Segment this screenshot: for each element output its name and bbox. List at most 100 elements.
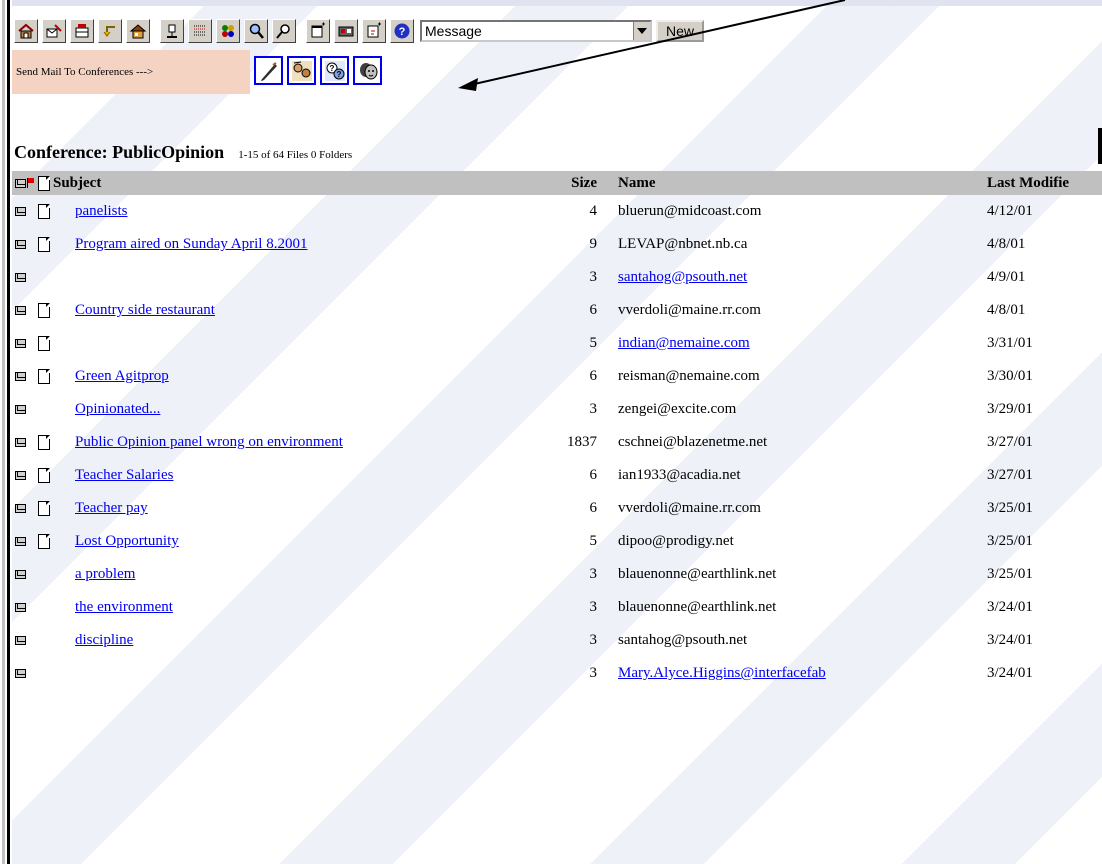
row-date: 4/8/01 [987, 302, 1026, 318]
document-icon[interactable] [38, 228, 54, 261]
reply-icon[interactable] [98, 19, 122, 43]
header-subject[interactable]: Subject [53, 171, 101, 195]
table-row[interactable]: the environment 3 blauenonne@earthlink.net… [12, 591, 1102, 624]
row-subject: Teacher pay [75, 492, 148, 525]
document-icon[interactable] [38, 195, 54, 228]
message-type-select[interactable]: Message [420, 20, 652, 42]
envelope-icon[interactable] [15, 657, 29, 690]
row-name: ian1933@acadia.net [618, 467, 741, 483]
document-icon[interactable] [38, 294, 54, 327]
envelope-icon[interactable] [15, 393, 29, 426]
subject-link[interactable]: Program aired on Sunday April 8.2001 [75, 236, 307, 253]
envelope-icon[interactable] [15, 459, 29, 492]
search-icon[interactable] [244, 19, 268, 43]
header-name[interactable]: Name [618, 171, 656, 195]
subject-link[interactable]: Teacher Salaries [75, 467, 173, 484]
filter-icon[interactable] [216, 19, 240, 43]
document-icon[interactable] [38, 525, 54, 558]
new-window-icon[interactable] [306, 19, 330, 43]
author-email-link[interactable]: indian@nemaine.com [618, 335, 750, 352]
subject-link[interactable]: a problem [75, 566, 135, 583]
document-icon[interactable] [38, 426, 54, 459]
header-size[interactable]: Size [517, 171, 597, 195]
row-date: 3/27/01 [987, 467, 1033, 483]
table-row[interactable]: Opinionated... 3 zengei@excite.com 3/29/01 [12, 393, 1102, 426]
table-row[interactable]: discipline 3 santahog@psouth.net 3/24/01 [12, 624, 1102, 657]
envelope-icon[interactable] [15, 327, 29, 360]
conference-icons: ?? [254, 56, 386, 85]
header-flag-icon[interactable] [27, 171, 37, 195]
table-row[interactable]: Lost Opportunity 5 dipoo@prodigy.net 3/25/0… [12, 525, 1102, 558]
row-size: 3 [589, 401, 598, 417]
row-subject: discipline [75, 624, 133, 657]
table-header: Subject Size Name Last Modifie [12, 171, 1102, 195]
envelope-icon[interactable] [15, 591, 29, 624]
row-subject: a problem [75, 558, 135, 591]
envelope-icon[interactable] [15, 624, 29, 657]
row-date: 3/25/01 [987, 533, 1033, 549]
subject-link[interactable]: panelists [75, 203, 128, 220]
subject-link[interactable]: the environment [75, 599, 173, 616]
envelope-icon[interactable] [15, 228, 29, 261]
window-top-band [12, 0, 1102, 6]
envelope-icon[interactable] [15, 294, 29, 327]
author-email-link[interactable]: Mary.Alyce.Higgins@interfacefab [618, 665, 826, 682]
compose-icon[interactable] [42, 19, 66, 43]
table-row[interactable]: 3 santahog@psouth.net 4/9/01 [12, 261, 1102, 294]
document-icon[interactable] [38, 459, 54, 492]
mailbox-icon[interactable] [70, 19, 94, 43]
edit-icon[interactable] [362, 19, 386, 43]
document-icon[interactable] [38, 360, 54, 393]
home-icon[interactable] [14, 19, 38, 43]
table-row[interactable]: a problem 3 blauenonne@earthlink.net 3/25/0… [12, 558, 1102, 591]
subject-link[interactable]: Country side restaurant [75, 302, 215, 319]
row-size: 3 [589, 665, 598, 681]
table-row[interactable]: Country side restaurant 6 vverdoli@maine.r… [12, 294, 1102, 327]
help-icon[interactable]: ? [390, 19, 414, 43]
subject-link[interactable]: Teacher pay [75, 500, 148, 517]
row-size: 3 [589, 599, 598, 615]
envelope-icon[interactable] [15, 525, 29, 558]
envelope-icon[interactable] [15, 558, 29, 591]
table-row[interactable]: Public Opinion panel wrong on environmen… [12, 426, 1102, 459]
header-document-icon[interactable] [38, 171, 54, 195]
row-subject: Opinionated... [75, 393, 160, 426]
table-row[interactable]: Teacher Salaries 6 ian1933@acadia.net 3/27/… [12, 459, 1102, 492]
table-row[interactable]: Teacher pay 6 vverdoli@maine.rr.com 3/25/01 [12, 492, 1102, 525]
table-row[interactable]: Program aired on Sunday April 8.2001 9 LEV… [12, 228, 1102, 261]
table-row[interactable]: panelists 4 bluerun@midcoast.com 4/12/01 [12, 195, 1102, 228]
table-row[interactable]: 5 indian@nemaine.com 3/31/01 [12, 327, 1102, 360]
new-button[interactable]: New [656, 20, 705, 42]
find-icon[interactable] [272, 19, 296, 43]
subject-link[interactable]: Lost Opportunity [75, 533, 179, 550]
subject-link[interactable]: discipline [75, 632, 133, 649]
envelope-icon[interactable] [15, 360, 29, 393]
masks-icon[interactable] [353, 56, 382, 85]
envelope-icon[interactable] [15, 261, 29, 294]
chevron-down-icon[interactable] [633, 22, 650, 40]
subject-link[interactable]: Opinionated... [75, 401, 160, 418]
header-last-modified[interactable]: Last Modifie [987, 171, 1069, 195]
table-row[interactable]: 3 Mary.Alyce.Higgins@interfacefab 3/24/01 [12, 657, 1102, 690]
envelope-icon[interactable] [15, 426, 29, 459]
print-icon[interactable] [334, 19, 358, 43]
faces-icon[interactable] [287, 56, 316, 85]
table-row[interactable]: Green Agitprop 6 reisman@nemaine.com 3/30/0… [12, 360, 1102, 393]
document-icon[interactable] [38, 327, 54, 360]
envelope-icon[interactable] [15, 492, 29, 525]
user-icon[interactable] [160, 19, 184, 43]
subject-link[interactable]: Green Agitprop [75, 368, 169, 385]
document-icon[interactable] [38, 492, 54, 525]
row-size: 3 [589, 566, 598, 582]
row-size: 6 [589, 500, 598, 516]
conference-heading: Conference: PublicOpinion 1-15 of 64 Fil… [14, 142, 352, 163]
envelope-icon[interactable] [15, 195, 29, 228]
row-date: 3/30/01 [987, 368, 1033, 384]
pen-icon[interactable] [254, 56, 283, 85]
subject-link[interactable]: Public Opinion panel wrong on environmen… [75, 434, 343, 451]
folder-up-icon[interactable] [126, 19, 150, 43]
row-name: zengei@excite.com [618, 401, 737, 417]
author-email-link[interactable]: santahog@psouth.net [618, 269, 747, 286]
list-icon[interactable] [188, 19, 212, 43]
question-icon[interactable]: ?? [320, 56, 349, 85]
